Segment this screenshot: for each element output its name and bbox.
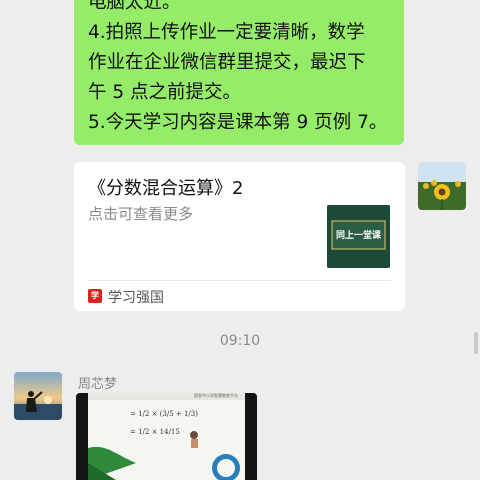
sender-avatar-sunflower[interactable]	[418, 162, 466, 210]
card-divider	[88, 280, 391, 281]
card-subtitle: 点击可查看更多	[88, 205, 194, 223]
message-line: 午 5 点之前提交。	[88, 82, 242, 103]
video-header-text: 国家中小学智慧教育平台	[194, 393, 238, 398]
card-title: 《分数混合运算》2	[88, 178, 244, 199]
xuexi-qiangguo-icon: 学	[88, 289, 102, 303]
shared-link-card[interactable]: 《分数混合运算》2 点击可查看更多 同上一堂课 学 学习强国	[74, 162, 405, 311]
sender-name: 周芯梦	[78, 377, 118, 392]
message-timestamp: 09:10	[219, 333, 261, 349]
scrollbar-thumb[interactable]	[474, 332, 478, 354]
board-line-2: = 1/2 × 14/15	[130, 428, 180, 436]
message-line: 电脑太近。	[88, 0, 181, 13]
thumbnail-text: 同上一堂课	[335, 231, 381, 241]
card-thumbnail: 同上一堂课	[327, 205, 390, 268]
message-line: 5.今天学习内容是课本第 9 页例 7。	[88, 112, 388, 133]
video-message[interactable]: 国家中小学智慧教育平台 = 1/2 × (3/5 + 1/3) = 1/2 × …	[76, 393, 257, 480]
message-line: 作业在企业微信群里提交，最迟下	[88, 52, 366, 73]
message-line: 4.拍照上传作业一定要清晰，数学	[88, 22, 365, 43]
sunflower-avatar-image	[418, 162, 466, 210]
card-source-label: 学习强国	[108, 290, 164, 306]
video-thumbnail	[76, 393, 257, 480]
sender-avatar-zhou[interactable]	[14, 372, 62, 420]
sunset-avatar-image	[14, 372, 62, 420]
sent-message-bubble[interactable]: 电脑太近。 4.拍照上传作业一定要清晰，数学 作业在企业微信群里提交，最迟下 午…	[74, 0, 404, 145]
board-line-1: = 1/2 × (3/5 + 1/3)	[130, 410, 198, 418]
